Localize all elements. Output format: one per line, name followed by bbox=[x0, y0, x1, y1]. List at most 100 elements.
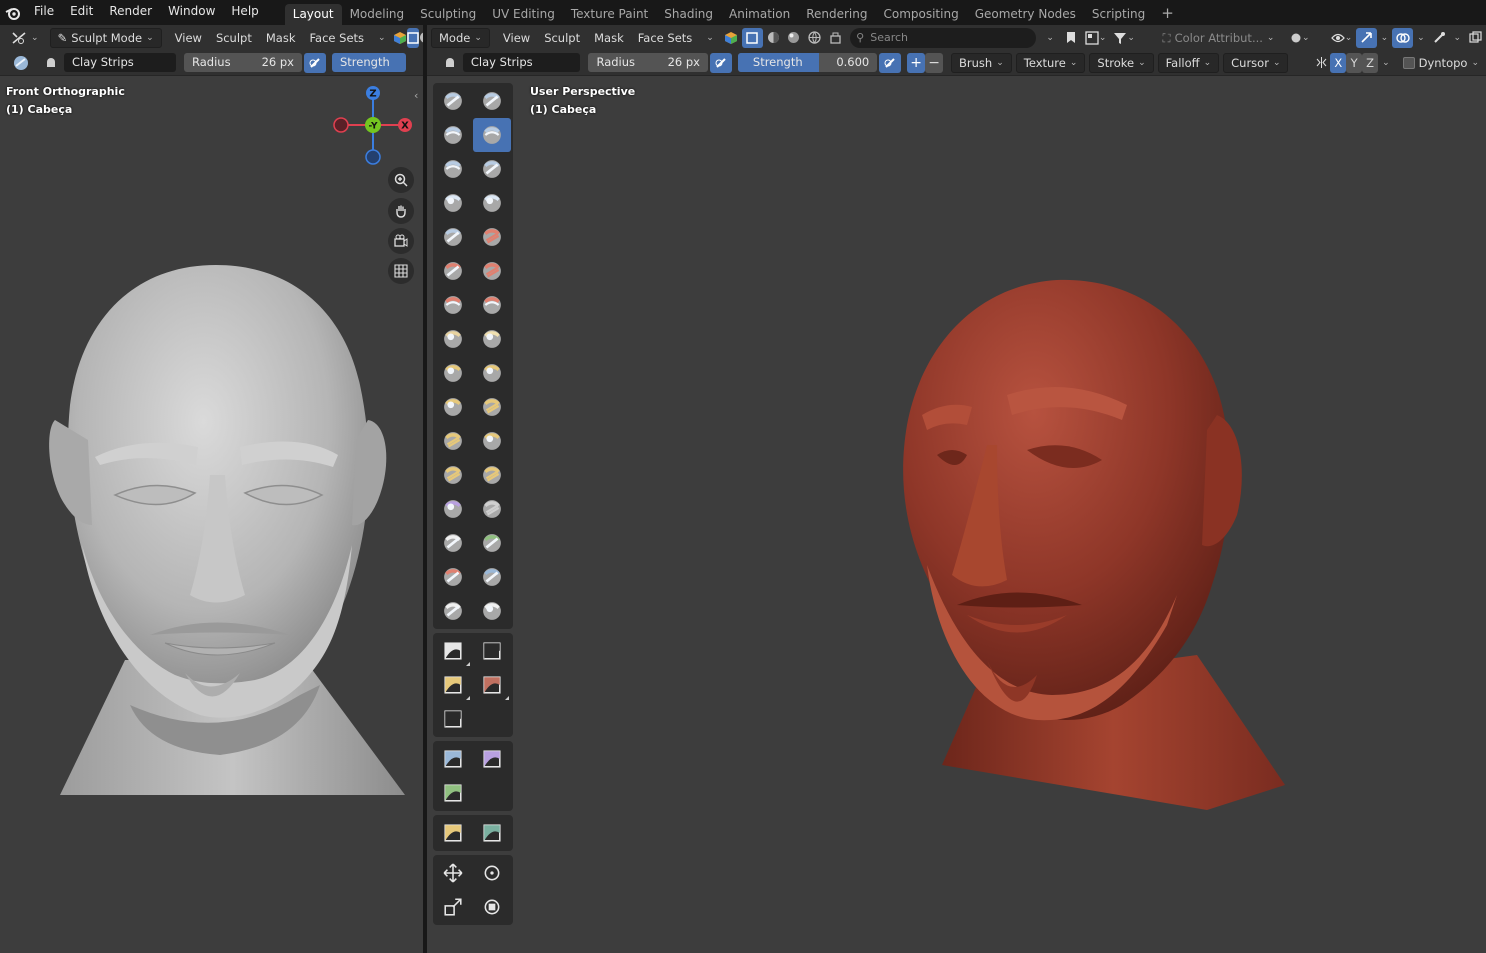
smear-brush-icon[interactable] bbox=[473, 594, 511, 628]
xray-toggle-icon[interactable] bbox=[1465, 28, 1486, 48]
overlays-dropdown-icon[interactable]: ⌄ bbox=[1413, 28, 1429, 48]
menu-render[interactable]: Render bbox=[101, 0, 160, 25]
render-pass-icon[interactable] bbox=[825, 28, 846, 48]
box-mask-icon[interactable] bbox=[434, 634, 472, 668]
lasso-face-set-icon[interactable] bbox=[473, 742, 511, 776]
right-viewport[interactable]: Mode ⌄ View Sculpt Mask Face Sets ⌄ ⚲ Sea… bbox=[427, 25, 1486, 953]
multiplane-scrape-brush-icon[interactable] bbox=[473, 288, 511, 322]
smooth-brush-icon[interactable] bbox=[473, 220, 511, 254]
strength-field[interactable]: Strength bbox=[332, 53, 406, 72]
mode-dropdown[interactable]: ✎ Sculpt Mode ⌄ bbox=[49, 27, 162, 48]
sculpt-mesh-front[interactable] bbox=[0, 225, 423, 805]
strength-pressure-icon[interactable] bbox=[879, 52, 902, 73]
color-hex-icon[interactable] bbox=[393, 28, 407, 48]
menu-sculpt[interactable]: Sculpt bbox=[209, 28, 259, 48]
symmetry-y-toggle[interactable]: Y bbox=[1346, 52, 1363, 73]
menu-sculpt-right[interactable]: Sculpt bbox=[537, 28, 587, 48]
solid-shading-icon[interactable] bbox=[406, 27, 419, 48]
filter-dropdown-icon[interactable]: ⌄ bbox=[1040, 28, 1061, 48]
navigation-gizmo[interactable]: Z -Y X bbox=[330, 85, 420, 165]
symmetry-dropdown-icon[interactable]: ⌄ bbox=[1378, 53, 1394, 73]
symmetry-x-toggle[interactable]: X bbox=[1330, 52, 1347, 73]
scrape-brush-icon[interactable] bbox=[434, 288, 472, 322]
menu-mask[interactable]: Mask bbox=[259, 28, 303, 48]
crease-brush-icon[interactable] bbox=[434, 220, 472, 254]
editor-type-icon[interactable]: ⌄ bbox=[4, 28, 46, 48]
outliner-display-icon[interactable]: ⌄ bbox=[1081, 28, 1109, 48]
clay-strips-brush-icon[interactable] bbox=[473, 118, 511, 152]
box-face-set-icon[interactable] bbox=[434, 742, 472, 776]
brush-name-field-right[interactable]: Clay Strips bbox=[462, 53, 581, 72]
radius-field-right[interactable]: Radius 26 px bbox=[588, 53, 708, 72]
symmetry-z-toggle[interactable]: Z bbox=[1362, 52, 1379, 73]
bookmark-icon[interactable] bbox=[1061, 28, 1082, 48]
radius-pressure-icon[interactable] bbox=[709, 52, 732, 73]
mode-dropdown-right[interactable]: Mode ⌄ bbox=[431, 27, 490, 48]
material-shading-icon[interactable] bbox=[763, 28, 784, 48]
tab-animation[interactable]: Animation bbox=[721, 4, 798, 25]
menu-face-sets[interactable]: Face Sets bbox=[302, 28, 371, 48]
solid-shading-icon[interactable] bbox=[741, 27, 763, 48]
funnel-icon[interactable]: ⌄ bbox=[1110, 28, 1138, 48]
line-project-icon[interactable] bbox=[434, 702, 472, 736]
visibility-eye-icon[interactable]: ⌄ bbox=[1327, 28, 1355, 48]
dyntopo-toggle[interactable]: Dyntopo ⌄ bbox=[1396, 53, 1486, 73]
transform-icon[interactable] bbox=[473, 890, 511, 924]
overlays-toggle-icon[interactable] bbox=[1392, 27, 1414, 48]
add-workspace-button[interactable]: + bbox=[1153, 2, 1182, 24]
brush-dropdown[interactable]: Brush ⌄ bbox=[951, 52, 1012, 73]
brush-data-icon[interactable] bbox=[439, 53, 461, 73]
brush-data-icon[interactable] bbox=[40, 53, 62, 73]
paint-brush-icon[interactable] bbox=[434, 594, 472, 628]
rotate-brush-icon[interactable] bbox=[473, 424, 511, 458]
draw-sharp-brush-icon[interactable] bbox=[473, 84, 511, 118]
radius-field[interactable]: Radius 26 px bbox=[184, 53, 302, 72]
fill-brush-icon[interactable] bbox=[473, 254, 511, 288]
mask-brush-icon[interactable] bbox=[434, 526, 472, 560]
slide-relax-brush-icon[interactable] bbox=[434, 458, 472, 492]
pose-brush-icon[interactable] bbox=[473, 390, 511, 424]
collapse-toolbar-chevron-icon[interactable]: ‹ bbox=[414, 89, 418, 102]
cloth-brush-icon[interactable] bbox=[434, 492, 472, 526]
world-shading-icon[interactable] bbox=[804, 28, 825, 48]
gizmo-dropdown-icon[interactable]: ⌄ bbox=[1377, 28, 1393, 48]
menu-file[interactable]: File bbox=[26, 0, 62, 25]
tab-rendering[interactable]: Rendering bbox=[798, 4, 875, 25]
blender-logo-icon[interactable] bbox=[0, 0, 26, 25]
radius-pressure-icon[interactable] bbox=[304, 52, 326, 73]
rendered-shading-icon[interactable] bbox=[784, 28, 805, 48]
tab-sculpting[interactable]: Sculpting bbox=[412, 4, 484, 25]
dyntopo-checkbox[interactable] bbox=[1402, 56, 1415, 69]
tab-uv-editing[interactable]: UV Editing bbox=[484, 4, 563, 25]
face-sets-chevron-icon[interactable]: ⌄ bbox=[699, 28, 721, 48]
search-input[interactable]: ⚲ Search bbox=[850, 27, 1036, 48]
pan-hand-icon[interactable] bbox=[388, 198, 414, 224]
elastic-deform-brush-icon[interactable] bbox=[434, 356, 472, 390]
clay-brush-icon[interactable] bbox=[434, 118, 472, 152]
falloff-dropdown[interactable]: Falloff ⌄ bbox=[1157, 52, 1220, 73]
grab-brush-icon[interactable] bbox=[473, 322, 511, 356]
draw-brush-icon[interactable] bbox=[434, 84, 472, 118]
simplify-brush-icon[interactable] bbox=[473, 492, 511, 526]
thumb-brush-icon[interactable] bbox=[434, 390, 472, 424]
zoom-icon[interactable] bbox=[388, 167, 414, 193]
menu-edit[interactable]: Edit bbox=[62, 0, 101, 25]
layer-brush-icon[interactable] bbox=[473, 152, 511, 186]
menu-view-right[interactable]: View bbox=[496, 28, 537, 48]
mesh-filter-icon[interactable] bbox=[434, 816, 472, 850]
menu-view[interactable]: View bbox=[168, 28, 209, 48]
nudge-brush-icon[interactable] bbox=[434, 424, 472, 458]
rotate-icon[interactable] bbox=[473, 856, 511, 890]
strength-field-right[interactable]: Strength 0.600 bbox=[737, 53, 878, 72]
mask-by-color-icon[interactable] bbox=[473, 668, 511, 702]
lasso-mask-icon[interactable] bbox=[473, 634, 511, 668]
inflate-brush-icon[interactable] bbox=[434, 186, 472, 220]
tab-modeling[interactable]: Modeling bbox=[342, 4, 413, 25]
multires-displacement-smear-icon[interactable] bbox=[473, 560, 511, 594]
move-icon[interactable] bbox=[434, 856, 472, 890]
menu-window[interactable]: Window bbox=[160, 0, 223, 25]
flatten-brush-icon[interactable] bbox=[434, 254, 472, 288]
boundary-brush-icon[interactable] bbox=[473, 458, 511, 492]
tab-scripting[interactable]: Scripting bbox=[1084, 4, 1153, 25]
sculpt-mesh-perspective[interactable] bbox=[867, 265, 1327, 825]
